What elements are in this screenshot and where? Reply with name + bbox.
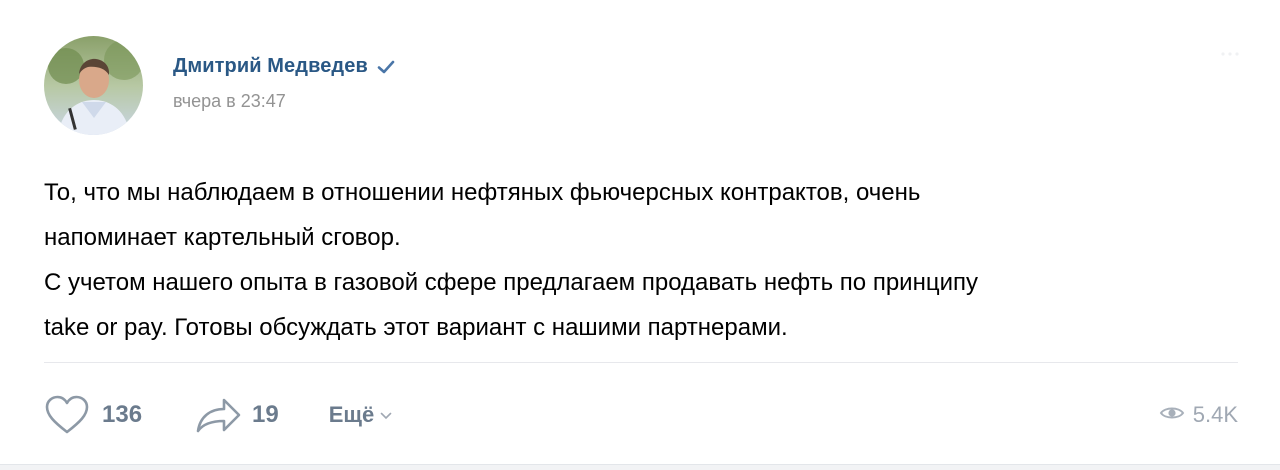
author-name[interactable]: Дмитрий Медведев bbox=[173, 55, 368, 78]
share-arrow-icon bbox=[194, 395, 242, 435]
more-actions-button[interactable]: Ещё bbox=[329, 402, 392, 428]
like-count: 136 bbox=[102, 401, 143, 428]
post-text-line: То, что мы наблюдаем в отношении нефтяны… bbox=[44, 179, 921, 206]
author-avatar[interactable] bbox=[44, 36, 143, 135]
views-count: 5.4K bbox=[1192, 402, 1238, 427]
divider bbox=[44, 362, 1238, 363]
post-text-line: С учетом нашего опыта в газовой сфере пр… bbox=[44, 269, 978, 296]
share-count: 19 bbox=[252, 401, 279, 428]
post-timestamp[interactable]: вчера в 23:47 bbox=[173, 91, 286, 112]
chevron-down-icon bbox=[380, 412, 392, 420]
wall-post: Дмитрий Медведев вчера в 23:47 То, что м… bbox=[0, 0, 1280, 465]
more-actions-label: Ещё bbox=[328, 402, 375, 427]
share-button[interactable]: 19 bbox=[194, 395, 279, 435]
post-text: То, что мы наблюдаем в отношении нефтяны… bbox=[44, 170, 1244, 350]
heart-icon bbox=[44, 395, 90, 435]
views-counter: 5.4K bbox=[1159, 402, 1238, 428]
author-header: Дмитрий Медведев bbox=[173, 55, 396, 78]
more-menu-icon[interactable] bbox=[1220, 46, 1240, 56]
verified-check-icon bbox=[376, 57, 396, 77]
post-actions: 136 19 Ещё bbox=[44, 392, 392, 438]
post-text-line: напоминает картельный сговор. bbox=[44, 224, 401, 251]
post-text-line: take or pay. Готовы обсуждать этот вариа… bbox=[44, 314, 788, 341]
like-button[interactable]: 136 bbox=[44, 395, 142, 435]
eye-icon bbox=[1159, 402, 1185, 428]
